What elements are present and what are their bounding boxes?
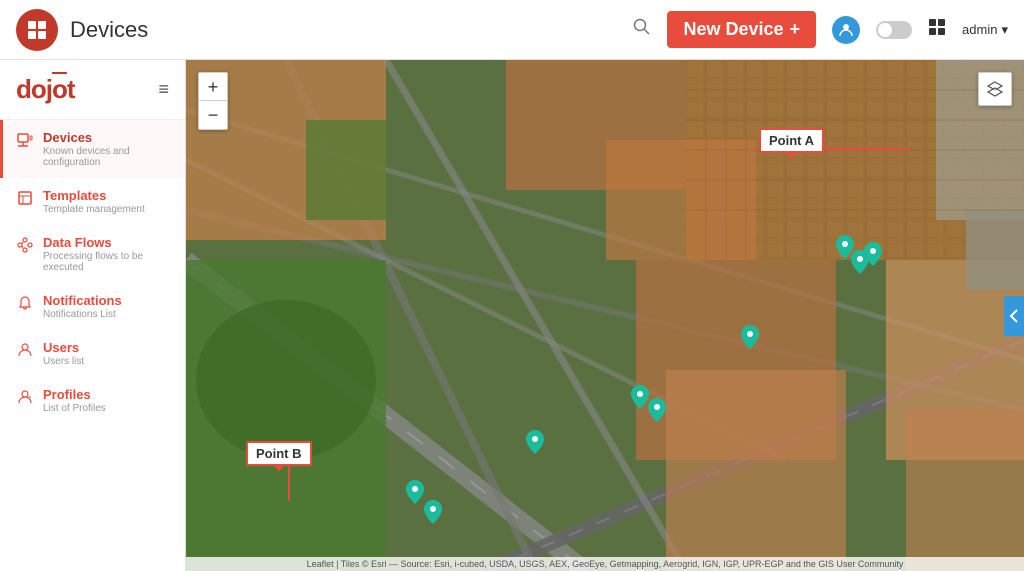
templates-item-content: Templates Template management <box>43 188 145 215</box>
notifications-title: Notifications <box>43 293 122 308</box>
map-attribution: Leaflet | Tiles © Esri — Source: Esri, i… <box>186 557 1024 571</box>
admin-menu[interactable]: admin ▾ <box>962 22 1008 38</box>
dataflows-item-content: Data Flows Processing flows to be execut… <box>43 235 171 273</box>
zoom-out-button[interactable]: − <box>199 101 227 129</box>
sidebar-item-profiles[interactable]: Profiles List of Profiles <box>0 377 185 424</box>
templates-title: Templates <box>43 188 145 203</box>
users-subtitle: Users list <box>43 356 84 367</box>
devices-icon <box>17 132 33 153</box>
profiles-subtitle: List of Profiles <box>43 403 106 414</box>
profiles-item-content: Profiles List of Profiles <box>43 387 106 414</box>
sidebar-logo-area: dojot ≡ <box>0 60 185 120</box>
grid-view-icon[interactable] <box>928 18 946 41</box>
map-zoom-controls: + − <box>198 72 228 130</box>
point-b-line <box>288 466 290 501</box>
users-icon <box>17 342 33 363</box>
profiles-title: Profiles <box>43 387 106 402</box>
devices-item-content: Devices Known devices and configuration <box>43 130 171 168</box>
notifications-icon <box>17 295 33 316</box>
view-toggle[interactable] <box>876 21 912 39</box>
map-marker-7[interactable] <box>526 430 544 459</box>
page-title: Devices <box>70 17 148 43</box>
new-device-label: New Device <box>683 19 783 40</box>
sidebar-item-notifications[interactable]: Notifications Notifications List <box>0 283 185 330</box>
sidebar: dojot ≡ Devices Known devices and config… <box>0 60 186 571</box>
admin-label-text: admin <box>962 22 997 37</box>
map-marker-4[interactable] <box>741 325 759 354</box>
users-item-content: Users Users list <box>43 340 84 367</box>
sidebar-nav: Devices Known devices and configuration … <box>0 120 185 571</box>
zoom-in-button[interactable]: + <box>199 73 227 101</box>
new-device-icon: + <box>790 19 801 40</box>
point-a-line <box>824 148 909 150</box>
header-right: New Device + admin ▾ <box>633 11 1008 48</box>
map-marker-8[interactable] <box>406 480 424 509</box>
dropdown-icon: ▾ <box>1001 22 1008 38</box>
header: Devices New Device + <box>0 0 1024 60</box>
sidebar-item-devices[interactable]: Devices Known devices and configuration <box>0 120 185 178</box>
header-left: Devices <box>16 9 148 51</box>
map-area[interactable]: + − Point A <box>186 60 1024 571</box>
logo: dojot <box>16 74 75 105</box>
main-content: dojot ≡ Devices Known devices and config… <box>0 60 1024 571</box>
templates-icon <box>17 190 33 211</box>
map-marker-9[interactable] <box>424 500 442 529</box>
map-marker-3[interactable] <box>864 242 882 271</box>
map-background: + − Point A <box>186 60 1024 571</box>
page-icon <box>16 9 58 51</box>
map-marker-5[interactable] <box>631 385 649 414</box>
devices-subtitle: Known devices and configuration <box>43 146 171 168</box>
hamburger-menu[interactable]: ≡ <box>158 79 169 100</box>
user-location-icon[interactable] <box>832 16 860 44</box>
map-marker-6[interactable] <box>648 398 666 427</box>
notifications-item-content: Notifications Notifications List <box>43 293 122 320</box>
templates-subtitle: Template management <box>43 204 145 215</box>
profiles-icon <box>17 389 33 410</box>
point-a-label: Point A <box>759 128 824 153</box>
search-icon[interactable] <box>633 18 651 41</box>
point-b-label: Point B <box>246 441 312 466</box>
dataflows-icon <box>17 237 33 258</box>
map-satellite-svg <box>186 60 1024 571</box>
new-device-button[interactable]: New Device + <box>667 11 816 48</box>
notifications-subtitle: Notifications List <box>43 309 122 320</box>
sidebar-item-templates[interactable]: Templates Template management <box>0 178 185 225</box>
devices-title: Devices <box>43 130 171 145</box>
dataflows-title: Data Flows <box>43 235 171 250</box>
dataflows-subtitle: Processing flows to be executed <box>43 251 171 273</box>
sidebar-item-dataflows[interactable]: Data Flows Processing flows to be execut… <box>0 225 185 283</box>
map-expand-button[interactable] <box>1004 296 1024 336</box>
map-layer-button[interactable] <box>978 72 1012 106</box>
sidebar-item-users[interactable]: Users Users list <box>0 330 185 377</box>
users-title: Users <box>43 340 84 355</box>
